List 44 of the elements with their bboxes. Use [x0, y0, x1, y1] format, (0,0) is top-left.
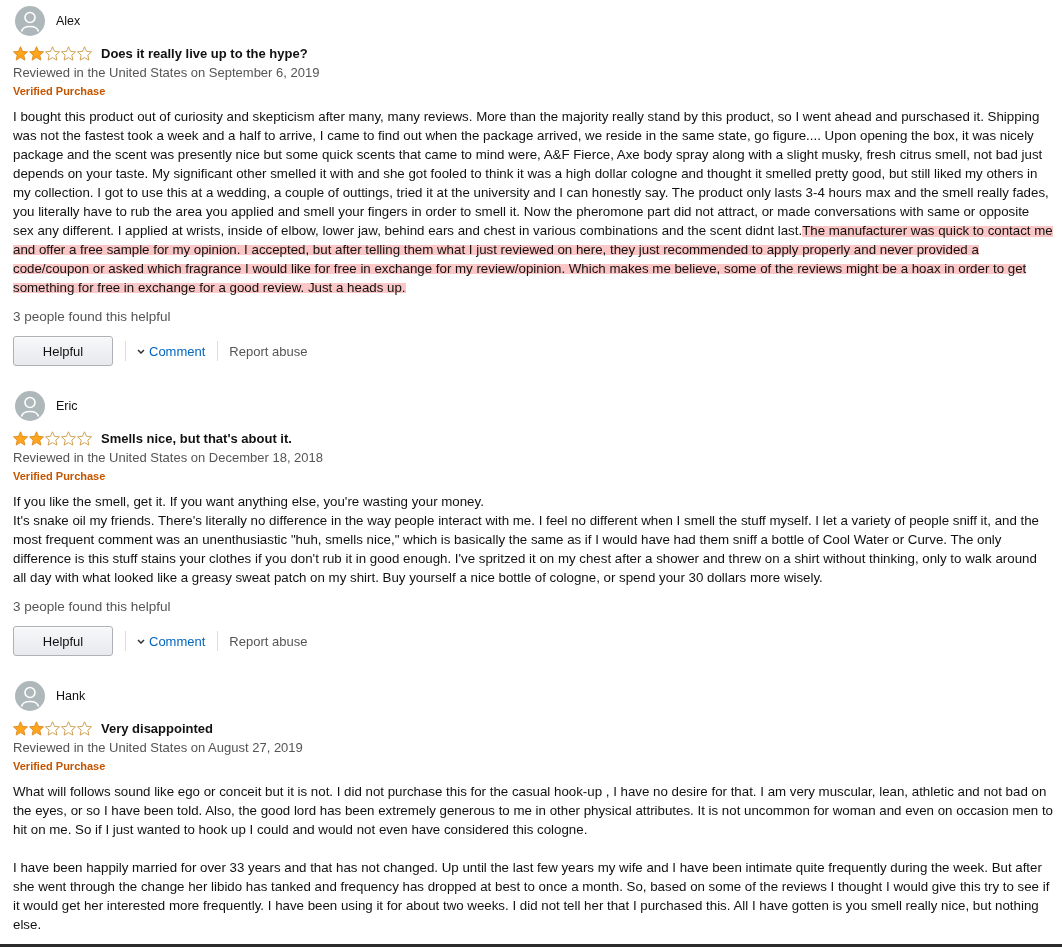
star-outline-icon [61, 45, 76, 61]
report-abuse-link[interactable]: Report abuse [229, 632, 308, 650]
star-icon [13, 720, 28, 736]
review-date: Reviewed in the United States on September 6, 2019 [13, 64, 321, 82]
star-outline-icon [45, 45, 60, 61]
verified-purchase-label: Verified Purchase [13, 84, 107, 99]
review-text: I bought this product out of curiosity and skepticism after many, many reviews. More than the majority really stand by this product, so I went ahead and purschased it. Shipping was not the fastest took a week and a half to arrive, I came to find out when the package arrived, we reside in the same state, go figure.... Upon opening the box, it was nicely package and the scent was presently nice but some quick scents that came to mind were, A&F Fierce, Axe body spray along with a slight musky, fresh citrus smell, not bad just depends on your taste. My significant other smelled it with and she got fooled to think it was a high dollar cologne and thought it smelled pretty good, but still liked my others in my collection. I got to use this at a wedding, a couple of outtings, tried it at the university and I can honestly say. The product only lasts 3-4 hours max and the smell really fades, you literally have to rub the area you applied and smell your fingers in order to smell it. Now the pheromone part did not attract, or made conversations with same or opposite sex any different. I applied at wrists, inside of elbow, lower jaw, behind ears and chest in various combinations and the scent didnt last.The manufacturer was quick to contact me and offer a free sample for my opinion. I accepted, but after telling them what I just reviewed on here, they just recommended to apply properly and never provided a code/coupon or asked which fragrance I would like for free in exchange for my review/opinion. Which makes me believe, some of the reviews might be a hoax in order to get something for free in exchange for a good review. Just a heads up. [13, 108, 1053, 297]
review-title[interactable]: Does it really live up to the hype? [101, 44, 308, 62]
avatar-icon [15, 681, 45, 711]
comment-link[interactable]: Comment [137, 632, 206, 650]
chevron-down-icon [137, 348, 145, 354]
helpful-count: 3 people found this helpful [13, 308, 171, 326]
helpful-count: 3 people found this helpful [13, 598, 171, 616]
review-date: Reviewed in the United States on December 18, 2018 [13, 449, 325, 467]
star-icon [13, 430, 28, 446]
star-outline-icon [77, 430, 92, 446]
review-date: Reviewed in the United States on August 27, 2019 [13, 739, 304, 757]
star-icon [29, 430, 44, 446]
author-name: Hank [56, 688, 86, 704]
review-text: I have been happily married for over 33 years and that has not changed. Up until the last few years my wife and I have been intimate quite frequently during the week. But after she went through the change her libido has tanked and frequency has dropped at best to once a month. So, based on some of the reviews I thought I would give this try to see if it would get her interested more frequently. I have been using it for about two weeks. I did not tell her that I purchased this. All I have gotten is you smell really nice, but nothing else. [13, 859, 1051, 934]
verified-purchase-label: Verified Purchase [13, 759, 107, 774]
star-outline-icon [61, 430, 76, 446]
review-title[interactable]: Very disappointed [101, 719, 213, 737]
verified-purchase-label: Verified Purchase [13, 469, 107, 484]
chevron-down-icon [137, 638, 145, 644]
helpful-button[interactable]: Helpful [13, 626, 113, 656]
helpful-button[interactable]: Helpful [13, 336, 113, 366]
avatar-icon [15, 6, 45, 36]
star-outline-icon [77, 720, 92, 736]
author-name: Alex [56, 13, 81, 29]
star-outline-icon [61, 720, 76, 736]
star-icon [13, 45, 28, 61]
review-title[interactable]: Smells nice, but that's about it. [101, 429, 292, 447]
comment-link[interactable]: Comment [137, 342, 206, 360]
review-text: What will follows sound like ego or conceit but it is not. I did not purchase this for the casual hook-up , I have no desire for that. I am very muscular, lean, athletic and not bad on the eyes, or so I have been told. Also, the good lord has been extremely generous to me in other physical attributes. It is not uncommon for woman and even on occasion men to hit on me. So if I just wanted to hook up I could and would not even have considered this cologne. [13, 783, 1053, 839]
star-icon [29, 45, 44, 61]
star-outline-icon [77, 45, 92, 61]
review-text: If you like the smell, get it. If you want anything else, you're wasting your money. It's snake oil my friends. There's literally no difference in the way people interact with me. I feel no different when I smell the stuff myself. I let a variety of people sniff it, and the most frequent comment was an unenthusiastic "huh, smells nice," which is basically the same as if I would have had them sniff a bottle of Cool Water or Curve. The only difference is this stuff stains your clothes if you don't rub it in good enough. I've spritzed it on my chest after a shower and threw on a shirt without thinking, only to walk around all day with what looked like a greasy sweat patch on my shirt. Buy yourself a nice bottle of cologne, or spend your 30 dollars more wisely. [13, 493, 1041, 587]
star-outline-icon [45, 720, 60, 736]
avatar-icon [15, 391, 45, 421]
report-abuse-link[interactable]: Report abuse [229, 342, 308, 360]
author-name: Eric [56, 398, 78, 414]
star-icon [29, 720, 44, 736]
star-outline-icon [45, 430, 60, 446]
